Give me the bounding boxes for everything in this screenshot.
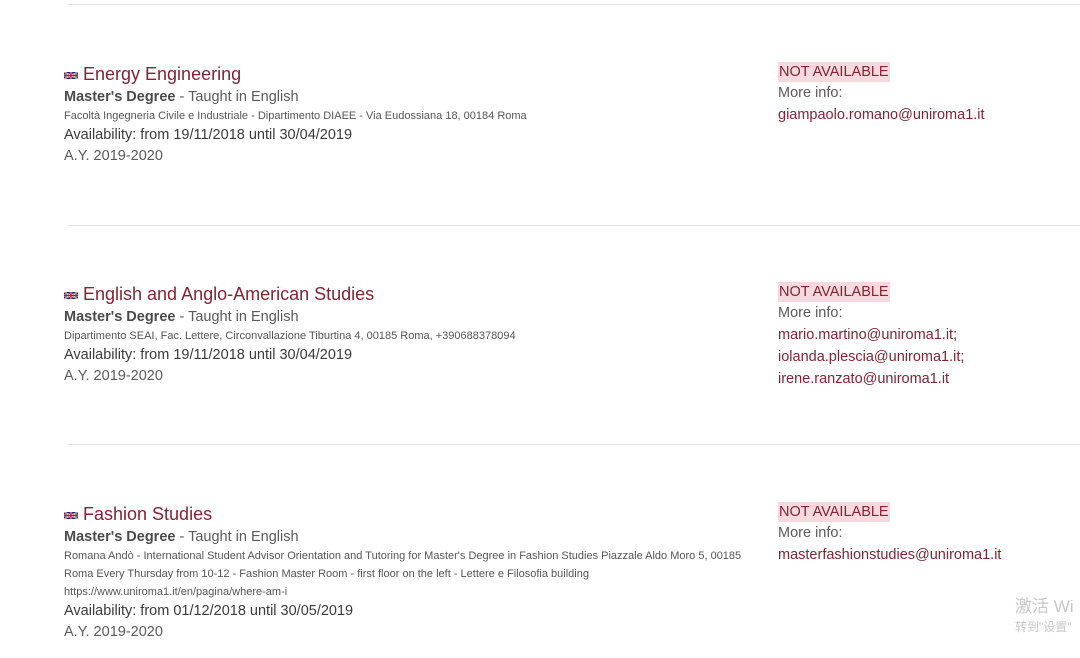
degree-type: Master's Degree: [64, 529, 176, 545]
availability-dates: Availability: from 19/11/2018 until 30/0…: [64, 347, 353, 363]
watermark-line-2: 转到"设置": [1015, 620, 1072, 634]
degree-language: - Taught in English: [175, 309, 299, 325]
academic-year: A.Y. 2019-2020: [64, 624, 163, 640]
status-badge: NOT AVAILABLE: [778, 502, 890, 522]
degree-language: - Taught in English: [175, 89, 299, 105]
degree-line: Master's Degree - Taught in English: [64, 307, 754, 327]
course-title-row[interactable]: English and Anglo-American Studies: [64, 282, 754, 306]
course-entry: Energy Engineering Master's Degree - Tau…: [64, 62, 754, 167]
more-info-label: More info:: [778, 85, 843, 101]
uk-flag-icon: [64, 70, 78, 80]
status-badge: NOT AVAILABLE: [778, 282, 890, 302]
degree-line: Master's Degree - Taught in English: [64, 87, 754, 107]
degree-type: Master's Degree: [64, 309, 176, 325]
course-title[interactable]: Fashion Studies: [83, 502, 212, 526]
course-address: Romana Andò - International Student Advi…: [64, 550, 742, 598]
divider: [68, 4, 1080, 5]
divider: [68, 444, 1080, 445]
course-address: Facoltà Ingegneria Civile e Industriale …: [64, 110, 527, 122]
watermark-line-1: 激活 Wi: [1015, 597, 1074, 616]
course-status: NOT AVAILABLE More info: mario.martino@u…: [778, 282, 1078, 390]
course-title[interactable]: Energy Engineering: [83, 62, 241, 86]
uk-flag-icon: [64, 290, 78, 300]
course-title-row[interactable]: Fashion Studies: [64, 502, 754, 526]
contact-email-link[interactable]: masterfashionstudies@uniroma1.it: [778, 544, 1078, 566]
course-title[interactable]: English and Anglo-American Studies: [83, 282, 374, 306]
course-entry: Fashion Studies Master's Degree - Taught…: [64, 502, 754, 643]
degree-type: Master's Degree: [64, 89, 176, 105]
windows-activation-watermark: 激活 Wi 转到"设置": [1015, 595, 1080, 635]
contact-email-link[interactable]: giampaolo.romano@uniroma1.it: [778, 104, 1078, 126]
academic-year: A.Y. 2019-2020: [64, 148, 163, 164]
course-list-page: Energy Engineering Master's Degree - Tau…: [0, 0, 1080, 658]
more-info-label: More info:: [778, 305, 843, 321]
availability-dates: Availability: from 01/12/2018 until 30/0…: [64, 603, 354, 619]
more-info-label: More info:: [778, 525, 843, 541]
degree-language: - Taught in English: [175, 529, 299, 545]
course-status: NOT AVAILABLE More info: giampaolo.roman…: [778, 62, 1078, 126]
course-title-row[interactable]: Energy Engineering: [64, 62, 754, 86]
uk-flag-icon: [64, 510, 78, 520]
academic-year: A.Y. 2019-2020: [64, 368, 163, 384]
availability-dates: Availability: from 19/11/2018 until 30/0…: [64, 127, 353, 143]
degree-line: Master's Degree - Taught in English: [64, 527, 754, 547]
course-address: Dipartimento SEAI, Fac. Lettere, Circonv…: [64, 330, 516, 342]
contact-email-link[interactable]: iolanda.plescia@uniroma1.it;: [778, 346, 1078, 368]
divider: [68, 225, 1080, 226]
contact-email-link[interactable]: irene.ranzato@uniroma1.it: [778, 368, 1078, 390]
course-status: NOT AVAILABLE More info: masterfashionst…: [778, 502, 1078, 566]
status-badge: NOT AVAILABLE: [778, 62, 890, 82]
contact-email-link[interactable]: mario.martino@uniroma1.it;: [778, 324, 1078, 346]
course-entry: English and Anglo-American Studies Maste…: [64, 282, 754, 387]
